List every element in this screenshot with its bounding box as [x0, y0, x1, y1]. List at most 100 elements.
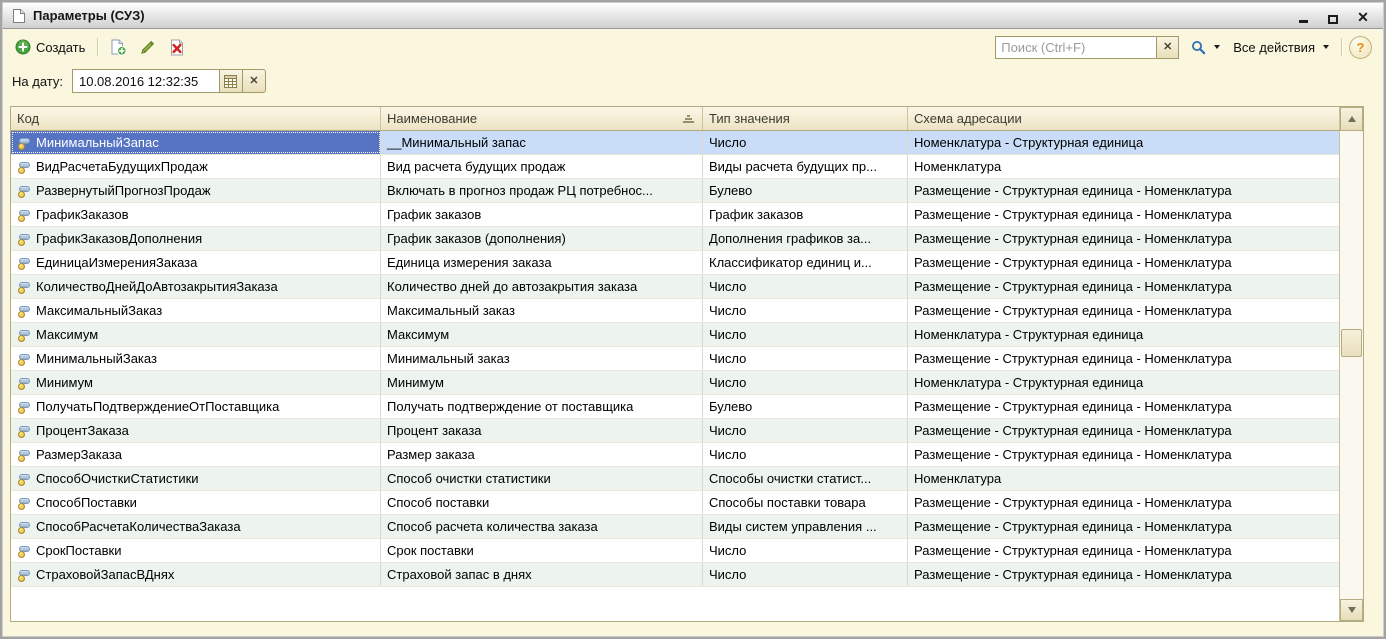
cell-name[interactable]: Количество дней до автозакрытия заказа [381, 275, 703, 298]
date-clear-button[interactable]: ✕ [243, 69, 266, 93]
cell-name[interactable]: Страховой запас в днях [381, 563, 703, 586]
table-row[interactable]: РазвернутыйПрогнозПродаж Включать в прог… [11, 179, 1339, 203]
cell-scheme[interactable]: Размещение - Структурная единица - Номен… [908, 227, 1339, 250]
table-row[interactable]: ГрафикЗаказов График заказов График зака… [11, 203, 1339, 227]
table-row[interactable]: СпособОчисткиСтатистики Способ очистки с… [11, 467, 1339, 491]
cell-scheme[interactable]: Размещение - Структурная единица - Номен… [908, 395, 1339, 418]
cell-code[interactable]: ЕдиницаИзмеренияЗаказа [11, 251, 381, 274]
cell-scheme[interactable]: Размещение - Структурная единица - Номен… [908, 203, 1339, 226]
cell-type[interactable]: Число [703, 371, 908, 394]
cell-type[interactable]: Число [703, 419, 908, 442]
cell-name[interactable]: Способ расчета количества заказа [381, 515, 703, 538]
search-menu-button[interactable] [1186, 35, 1225, 59]
delete-button[interactable] [164, 35, 190, 59]
cell-name[interactable]: Размер заказа [381, 443, 703, 466]
cell-name[interactable]: Срок поставки [381, 539, 703, 562]
cell-code[interactable]: СрокПоставки [11, 539, 381, 562]
cell-scheme[interactable]: Размещение - Структурная единица - Номен… [908, 491, 1339, 514]
cell-code[interactable]: СпособОчисткиСтатистики [11, 467, 381, 490]
cell-code[interactable]: МинимальныйЗапас [11, 131, 381, 154]
cell-name[interactable]: Способ очистки статистики [381, 467, 703, 490]
cell-code[interactable]: ПолучатьПодтверждениеОтПоставщика [11, 395, 381, 418]
column-header-code[interactable]: Код [11, 107, 381, 130]
cell-type[interactable]: Виды расчета будущих пр... [703, 155, 908, 178]
cell-code[interactable]: ПроцентЗаказа [11, 419, 381, 442]
cell-scheme[interactable]: Размещение - Структурная единица - Номен… [908, 299, 1339, 322]
cell-name[interactable]: Максимальный заказ [381, 299, 703, 322]
table-row[interactable]: СтраховойЗапасВДнях Страховой запас в дн… [11, 563, 1339, 587]
cell-scheme[interactable]: Размещение - Структурная единица - Номен… [908, 443, 1339, 466]
table-row[interactable]: ЕдиницаИзмеренияЗаказа Единица измерения… [11, 251, 1339, 275]
table-row[interactable]: Минимум Минимум Число Номенклатура - Стр… [11, 371, 1339, 395]
copy-button[interactable] [105, 35, 132, 59]
cell-name[interactable]: Процент заказа [381, 419, 703, 442]
cell-code[interactable]: СтраховойЗапасВДнях [11, 563, 381, 586]
cell-scheme[interactable]: Размещение - Структурная единица - Номен… [908, 515, 1339, 538]
table-row[interactable]: СпособПоставки Способ поставки Способы п… [11, 491, 1339, 515]
table-row[interactable]: Максимум Максимум Число Номенклатура - С… [11, 323, 1339, 347]
column-header-name[interactable]: Наименование [381, 107, 703, 130]
cell-scheme[interactable]: Номенклатура - Структурная единица [908, 131, 1339, 154]
cell-code[interactable]: РазвернутыйПрогнозПродаж [11, 179, 381, 202]
table-row[interactable]: РазмерЗаказа Размер заказа Число Размеще… [11, 443, 1339, 467]
cell-name[interactable]: Минимум [381, 371, 703, 394]
cell-type[interactable]: Число [703, 539, 908, 562]
all-actions-button[interactable]: Все действия [1228, 35, 1334, 59]
calendar-button[interactable] [220, 69, 243, 93]
vertical-scrollbar[interactable] [1339, 107, 1363, 621]
cell-type[interactable]: Булево [703, 395, 908, 418]
date-input[interactable] [72, 69, 220, 93]
cell-type[interactable]: Число [703, 347, 908, 370]
cell-type[interactable]: Способы очистки статист... [703, 467, 908, 490]
cell-code[interactable]: СпособПоставки [11, 491, 381, 514]
cell-type[interactable]: Число [703, 443, 908, 466]
cell-name[interactable]: Вид расчета будущих продаж [381, 155, 703, 178]
minimize-button[interactable] [1296, 8, 1310, 24]
cell-name[interactable]: Единица измерения заказа [381, 251, 703, 274]
edit-button[interactable] [135, 35, 161, 59]
cell-code[interactable]: Максимум [11, 323, 381, 346]
cell-type[interactable]: График заказов [703, 203, 908, 226]
cell-code[interactable]: ГрафикЗаказовДополнения [11, 227, 381, 250]
cell-scheme[interactable]: Размещение - Структурная единица - Номен… [908, 179, 1339, 202]
search-input[interactable] [995, 36, 1157, 59]
table-row[interactable]: МинимальныйЗапас __Минимальный запас Чис… [11, 131, 1339, 155]
cell-type[interactable]: Число [703, 563, 908, 586]
scroll-up-button[interactable] [1340, 107, 1363, 131]
cell-scheme[interactable]: Номенклатура [908, 467, 1339, 490]
cell-code[interactable]: СпособРасчетаКоличестваЗаказа [11, 515, 381, 538]
cell-code[interactable]: МаксимальныйЗаказ [11, 299, 381, 322]
cell-type[interactable]: Число [703, 323, 908, 346]
cell-name[interactable]: Минимальный заказ [381, 347, 703, 370]
cell-name[interactable]: Способ поставки [381, 491, 703, 514]
cell-scheme[interactable]: Размещение - Структурная единица - Номен… [908, 347, 1339, 370]
scrollbar-thumb[interactable] [1341, 329, 1362, 357]
table-row[interactable]: ГрафикЗаказовДополнения График заказов (… [11, 227, 1339, 251]
cell-scheme[interactable]: Номенклатура - Структурная единица [908, 371, 1339, 394]
table-row[interactable]: СпособРасчетаКоличестваЗаказа Способ рас… [11, 515, 1339, 539]
table-row[interactable]: СрокПоставки Срок поставки Число Размеще… [11, 539, 1339, 563]
cell-type[interactable]: Способы поставки товара [703, 491, 908, 514]
maximize-button[interactable] [1326, 8, 1340, 24]
scroll-down-button[interactable] [1340, 599, 1363, 621]
cell-scheme[interactable]: Размещение - Структурная единица - Номен… [908, 539, 1339, 562]
cell-scheme[interactable]: Номенклатура - Структурная единица [908, 323, 1339, 346]
table-row[interactable]: МинимальныйЗаказ Минимальный заказ Число… [11, 347, 1339, 371]
cell-code[interactable]: РазмерЗаказа [11, 443, 381, 466]
cell-name[interactable]: Максимум [381, 323, 703, 346]
cell-type[interactable]: Виды систем управления ... [703, 515, 908, 538]
create-button[interactable]: Создать [10, 35, 90, 59]
cell-name[interactable]: График заказов [381, 203, 703, 226]
cell-type[interactable]: Число [703, 299, 908, 322]
table-row[interactable]: ПолучатьПодтверждениеОтПоставщика Получа… [11, 395, 1339, 419]
cell-name[interactable]: Получать подтверждение от поставщика [381, 395, 703, 418]
table-row[interactable]: ПроцентЗаказа Процент заказа Число Разме… [11, 419, 1339, 443]
cell-type[interactable]: Число [703, 131, 908, 154]
cell-type[interactable]: Классификатор единиц и... [703, 251, 908, 274]
search-clear-button[interactable]: ✕ [1157, 36, 1179, 59]
table-row[interactable]: КоличествоДнейДоАвтозакрытияЗаказа Колич… [11, 275, 1339, 299]
cell-name[interactable]: __Минимальный запас [381, 131, 703, 154]
cell-code[interactable]: КоличествоДнейДоАвтозакрытияЗаказа [11, 275, 381, 298]
cell-name[interactable]: Включать в прогноз продаж РЦ потребнос..… [381, 179, 703, 202]
close-button[interactable]: ✕ [1356, 8, 1370, 24]
